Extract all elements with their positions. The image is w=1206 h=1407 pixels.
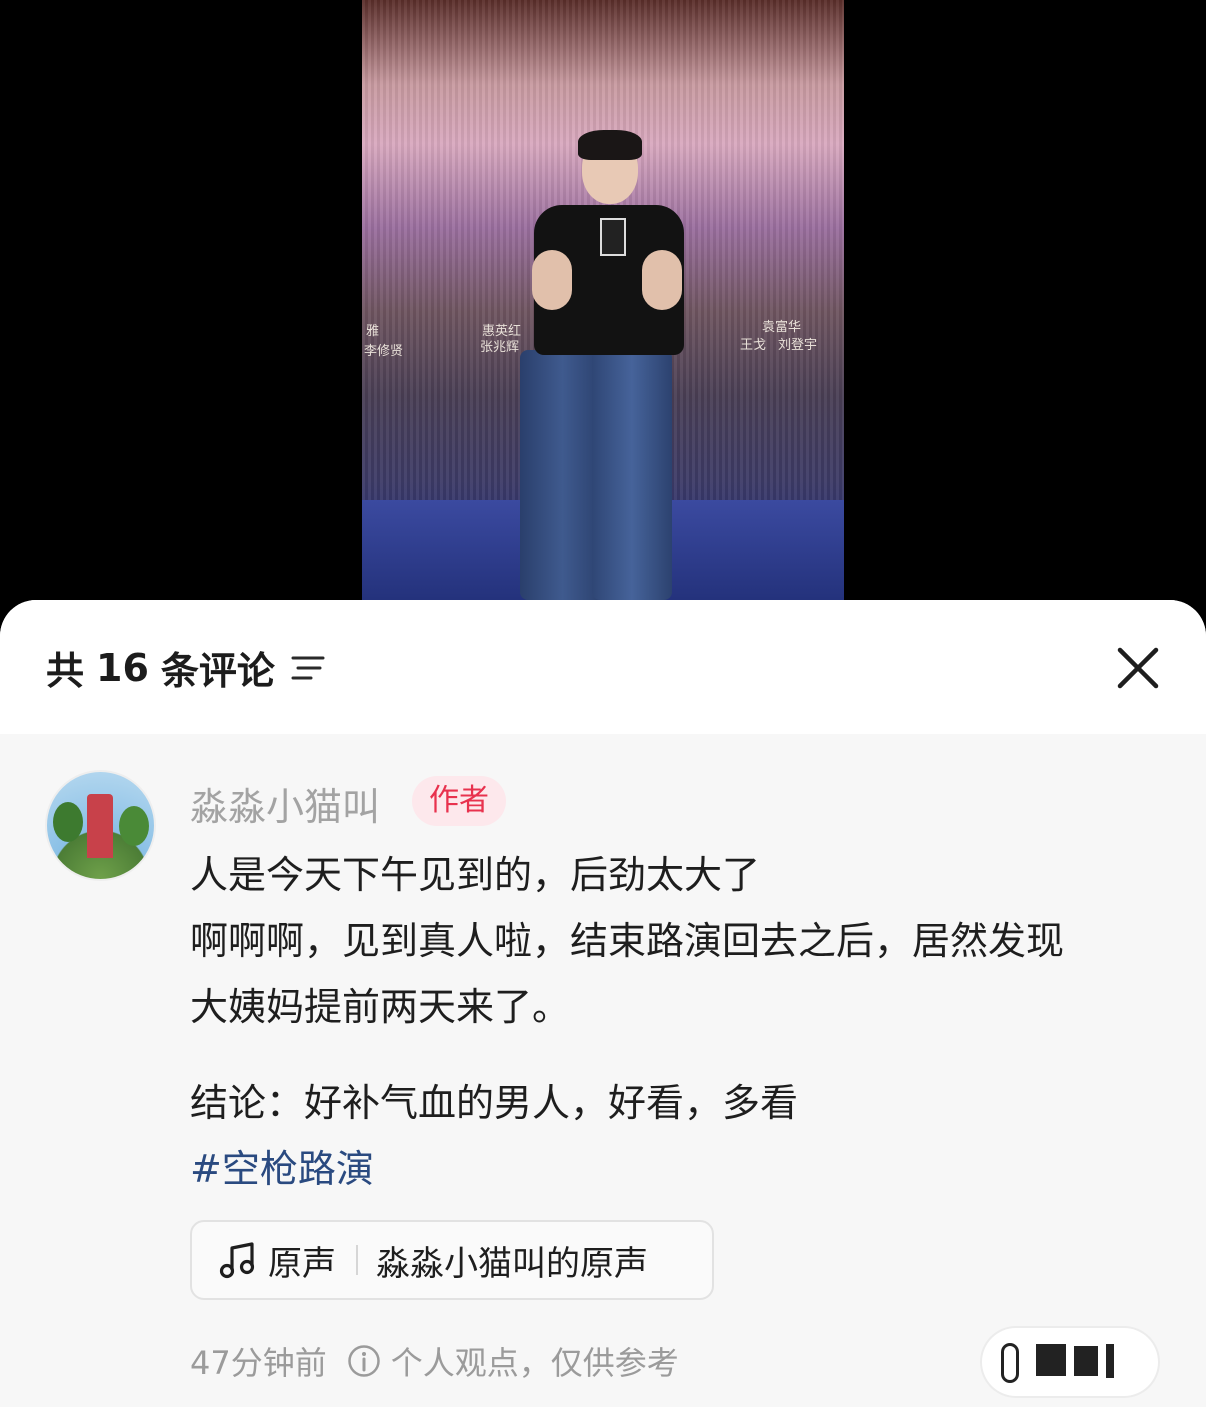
arm — [642, 250, 682, 310]
comment-count-prefix: 共 — [46, 649, 85, 693]
close-x-icon[interactable] — [1112, 642, 1164, 694]
credit-name: 雅 — [366, 324, 380, 339]
credit-name: 王戈 — [740, 338, 767, 353]
comment-meta: 47分钟前 个人观点，仅供参考 — [190, 1338, 679, 1384]
avatar[interactable] — [45, 770, 156, 881]
credit-name: 刘登宇 — [778, 338, 818, 353]
video-frame[interactable]: 雅 惠英红 施婷 袁富华 李修贤 张兆辉 王戈 刘登宇 — [362, 0, 844, 600]
music-note-icon — [219, 1242, 255, 1279]
author-badge: 作者 — [412, 776, 506, 826]
opinion-disclaimer: 个人观点，仅供参考 — [390, 1344, 679, 1382]
comments-sheet: 共 16 条评论 淼淼小猫叫 作者 人是今天下午见到的，后劲太大了 啊啊啊，见到… — [0, 600, 1206, 1407]
jeans — [592, 350, 672, 600]
comment-body: 人是今天下午见到的，后劲太大了 啊啊啊，见到真人啦，结束路演回去之后，居然发现 … — [190, 842, 1180, 1202]
comment-time: 47分钟前 — [190, 1344, 327, 1382]
filter-lines-icon[interactable] — [291, 653, 325, 683]
comment-line: 大姨妈提前两天来了。 — [190, 985, 571, 1029]
info-icon — [347, 1345, 380, 1377]
microphone — [600, 218, 626, 256]
credit-name: 李修贤 — [364, 344, 404, 359]
divider — [356, 1245, 358, 1275]
arm — [532, 250, 572, 310]
credit-name: 袁富华 — [762, 320, 802, 335]
comment-username[interactable]: 淼淼小猫叫 — [190, 776, 380, 831]
original-sound-chip[interactable]: 原声 淼淼小猫叫的原声 — [190, 1220, 714, 1300]
video-player[interactable]: 雅 惠英红 施婷 袁富华 李修贤 张兆辉 王戈 刘登宇 — [0, 0, 1206, 640]
comment-line: 啊啊啊，见到真人啦，结束路演回去之后，居然发现 — [190, 919, 1065, 963]
avatar-tree — [119, 806, 149, 846]
avatar-windmill — [87, 794, 113, 858]
glyph-block — [1106, 1344, 1114, 1378]
glyph-block — [1074, 1346, 1098, 1376]
avatar-tree — [53, 802, 83, 842]
hashtag-link[interactable]: #空枪路演 — [190, 1136, 1180, 1202]
comment-line: 人是今天下午见到的，后劲太大了 — [190, 853, 761, 897]
comment-count-title: 共 16 条评论 — [46, 640, 325, 695]
sound-label: 原声 — [268, 1243, 336, 1284]
glyph-block — [1036, 1344, 1066, 1376]
comment-count-number: 16 — [96, 645, 149, 690]
comment-like-button[interactable] — [982, 1328, 1158, 1396]
presenter-figure — [512, 130, 712, 600]
hair — [578, 130, 642, 160]
sound-title: 淼淼小猫叫的原声 — [376, 1243, 648, 1284]
comment-count-suffix: 条评论 — [160, 649, 275, 693]
comment-line: 结论：好补气血的男人，好看，多看 — [190, 1081, 799, 1125]
comments-header: 共 16 条评论 — [0, 600, 1206, 734]
like-icon — [1004, 1346, 1016, 1380]
